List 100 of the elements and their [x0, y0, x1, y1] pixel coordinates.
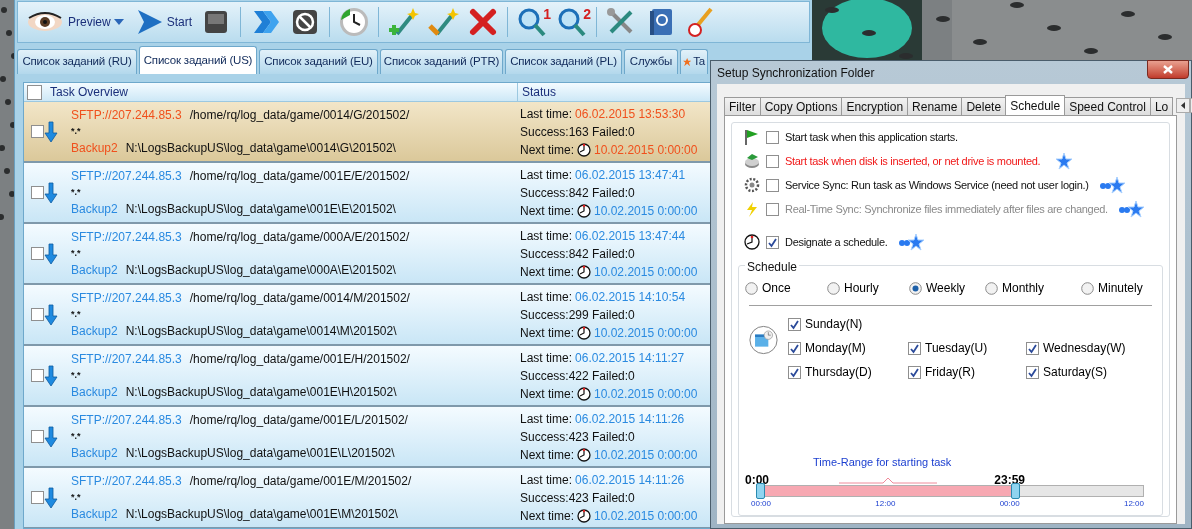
run-counts: Success:423 Failed:0: [520, 429, 635, 446]
day-checkbox[interactable]: Wednesday(W): [1026, 340, 1156, 356]
checkbox[interactable]: [766, 130, 779, 144]
radio-button[interactable]: [909, 281, 922, 295]
option-label: Service Sync: Run task as Windows Service (need not user login.): [785, 177, 1089, 193]
toolbar-button[interactable]: Preview: [22, 4, 127, 40]
clock-icon: [744, 233, 760, 251]
radio-button[interactable]: [827, 281, 840, 295]
tab[interactable]: Copy Options: [759, 97, 843, 115]
tab[interactable]: Ta: [680, 49, 708, 74]
tab[interactable]: Список заданий (RU): [17, 49, 137, 74]
run-counts: Success:163 Failed:0: [520, 124, 635, 141]
checkbox[interactable]: [908, 365, 921, 379]
target-path: N:\LogsBackupUS\log_data\game\001E\H\201502\: [125, 384, 397, 401]
option-label: Start task when this application starts.: [785, 129, 958, 145]
radio-option[interactable]: Weekly: [909, 279, 985, 297]
slider-handle[interactable]: [756, 482, 765, 499]
checkbox[interactable]: [766, 178, 779, 192]
range-slider[interactable]: [759, 484, 1144, 497]
tab[interactable]: Службы: [624, 49, 678, 74]
day-checkbox[interactable]: Friday(R): [908, 364, 1026, 380]
checkbox[interactable]: [766, 154, 779, 168]
start-time: 0:00: [745, 471, 770, 489]
axis-label: 00:00: [999, 497, 1020, 510]
tab[interactable]: Rename: [907, 97, 963, 115]
source-address: SFTP://207.244.85.3: [71, 473, 182, 490]
option-label: Start task when disk is inserted, or net drive is mounted.: [785, 153, 1041, 169]
source-path: /home/rq/log_data/game/0014/M/201502/: [189, 290, 410, 307]
file-mask: *.*: [71, 431, 81, 442]
toolbar-button[interactable]: 2: [553, 4, 592, 40]
source-address: SFTP://207.244.85.3: [71, 107, 182, 124]
radio-option[interactable]: Monthly: [985, 279, 1081, 297]
target-name: Backup2: [71, 323, 118, 340]
radio-option[interactable]: Hourly: [827, 279, 909, 297]
radio-button[interactable]: [745, 281, 758, 295]
column-header[interactable]: Task Overview: [50, 83, 129, 101]
row-checkbox[interactable]: [31, 369, 44, 382]
scroll-left-button[interactable]: [1176, 98, 1191, 113]
field-label: Last time:: [520, 472, 573, 489]
tab[interactable]: Encryption: [841, 97, 909, 115]
row-checkbox[interactable]: [31, 247, 44, 260]
target-path: N:\LogsBackupUS\log_data\game\0014\G\201502\: [125, 140, 396, 157]
next-run-time: 10.02.2015 0:00:00: [594, 386, 698, 403]
row-checkbox[interactable]: [31, 308, 44, 321]
day-checkbox[interactable]: Saturday(S): [1026, 364, 1156, 380]
tab[interactable]: Список заданий (US): [139, 46, 257, 74]
toolbar-button[interactable]: 1: [513, 4, 552, 40]
tab[interactable]: Список заданий (PTR): [380, 49, 503, 74]
day-checkbox[interactable]: Tuesday(U): [908, 340, 1026, 356]
tab[interactable]: Filter: [724, 97, 761, 115]
range-caption: Time-Range for starting task: [813, 455, 952, 470]
target-name: Backup2: [71, 262, 118, 279]
run-counts: Success:423 Failed:0: [520, 490, 635, 507]
tab[interactable]: Speed Control: [1064, 97, 1151, 115]
checkbox[interactable]: [1026, 365, 1039, 379]
target-path: N:\LogsBackupUS\log_data\game\001E\L\201502\: [125, 445, 395, 462]
button-label: Start: [166, 14, 193, 31]
last-run-time: 06.02.2015 14:11:27: [575, 350, 685, 367]
radio-button[interactable]: [1081, 281, 1094, 295]
field-label: Last time:: [520, 228, 573, 245]
wand-plus-icon: [387, 6, 420, 38]
day-checkbox[interactable]: Sunday(N): [788, 316, 1156, 332]
day-checkbox[interactable]: Thursday(D): [788, 364, 908, 380]
column-header[interactable]: Status: [522, 83, 557, 101]
select-all-checkbox[interactable]: [27, 84, 42, 100]
field-label: Last time:: [520, 167, 573, 184]
row-checkbox[interactable]: [31, 491, 44, 504]
tab[interactable]: Список заданий (EU): [259, 49, 378, 74]
window-title: Setup Synchronization Folder: [717, 64, 875, 82]
file-mask: *.*: [71, 126, 81, 137]
checkbox[interactable]: [1026, 341, 1039, 355]
tab[interactable]: Список заданий (PL): [505, 49, 622, 74]
tab[interactable]: Schedule: [1005, 95, 1066, 115]
checkbox[interactable]: [788, 341, 801, 355]
close-button[interactable]: [1147, 60, 1189, 79]
file-mask: *.*: [71, 309, 81, 320]
toolbar-button[interactable]: Start: [128, 4, 196, 40]
file-mask: *.*: [71, 370, 81, 381]
checkbox[interactable]: [766, 235, 779, 249]
run-counts: Success:842 Failed:0: [520, 246, 635, 263]
radio-button[interactable]: [985, 281, 998, 295]
row-checkbox[interactable]: [31, 125, 44, 138]
source-path: /home/rq/log_data/game/001E/E/201502/: [189, 168, 410, 185]
down-arrow-icon: [44, 425, 58, 448]
next-run-time: 10.02.2015 0:00:00: [594, 508, 698, 525]
checkbox[interactable]: [908, 341, 921, 355]
row-checkbox[interactable]: [31, 186, 44, 199]
slider-handle[interactable]: [1010, 482, 1020, 499]
day-checkbox[interactable]: Monday(M): [788, 340, 908, 356]
source-path: /home/rq/log_data/game/001E/H/201502/: [189, 351, 410, 368]
target-name: Backup2: [71, 384, 118, 401]
radio-option[interactable]: Once: [745, 279, 827, 297]
source-path: /home/rq/log_data/game/001E/M/201502/: [189, 473, 412, 490]
radio-option[interactable]: Minutely: [1081, 279, 1161, 297]
checkbox[interactable]: [788, 317, 801, 331]
tab[interactable]: Lo: [1149, 97, 1174, 115]
clock-icon: [577, 143, 591, 157]
checkbox[interactable]: [788, 365, 801, 379]
row-checkbox[interactable]: [31, 430, 44, 443]
tab[interactable]: Delete: [961, 97, 1007, 115]
